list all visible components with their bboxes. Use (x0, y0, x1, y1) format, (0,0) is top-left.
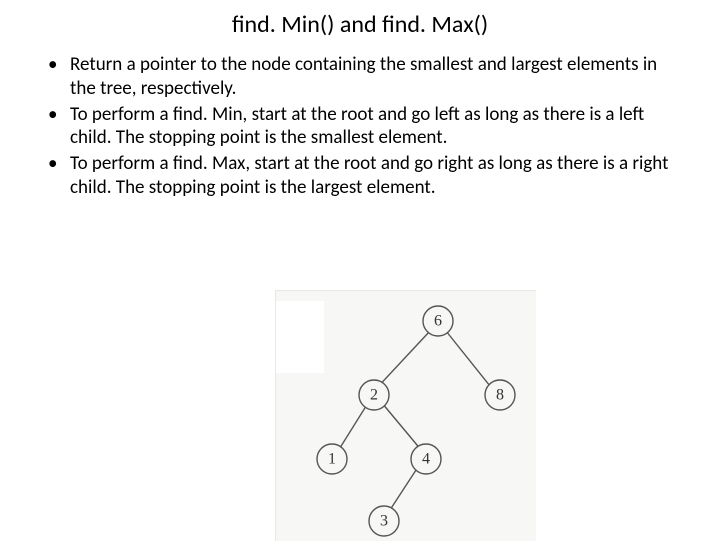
page-title: find. Min() and find. Max() (0, 10, 720, 39)
edge (388, 467, 418, 513)
edge (446, 331, 494, 391)
edge (382, 403, 422, 451)
tree-node-1: 1 (317, 444, 347, 474)
tree-diagram: 6 2 8 1 4 3 (275, 290, 536, 541)
tree-node-4: 4 (411, 444, 441, 474)
tree-svg: 6 2 8 1 4 3 (276, 291, 536, 541)
node-label: 3 (380, 513, 388, 530)
edge (338, 403, 368, 451)
tree-node-8: 8 (485, 380, 515, 410)
tree-node-3: 3 (369, 506, 399, 536)
node-label: 1 (328, 451, 336, 468)
node-label: 2 (370, 387, 378, 404)
bullet-item: Return a pointer to the node containing … (42, 53, 678, 101)
tree-node-6: 6 (423, 306, 453, 336)
content-area: Return a pointer to the node containing … (0, 53, 720, 200)
node-label: 6 (434, 313, 442, 330)
bullet-list: Return a pointer to the node containing … (42, 53, 678, 200)
node-label: 4 (422, 451, 430, 468)
bullet-item: To perform a find. Min, start at the roo… (42, 103, 678, 151)
node-label: 8 (496, 387, 504, 404)
bullet-item: To perform a find. Max, start at the roo… (42, 152, 678, 200)
tree-node-2: 2 (359, 380, 389, 410)
